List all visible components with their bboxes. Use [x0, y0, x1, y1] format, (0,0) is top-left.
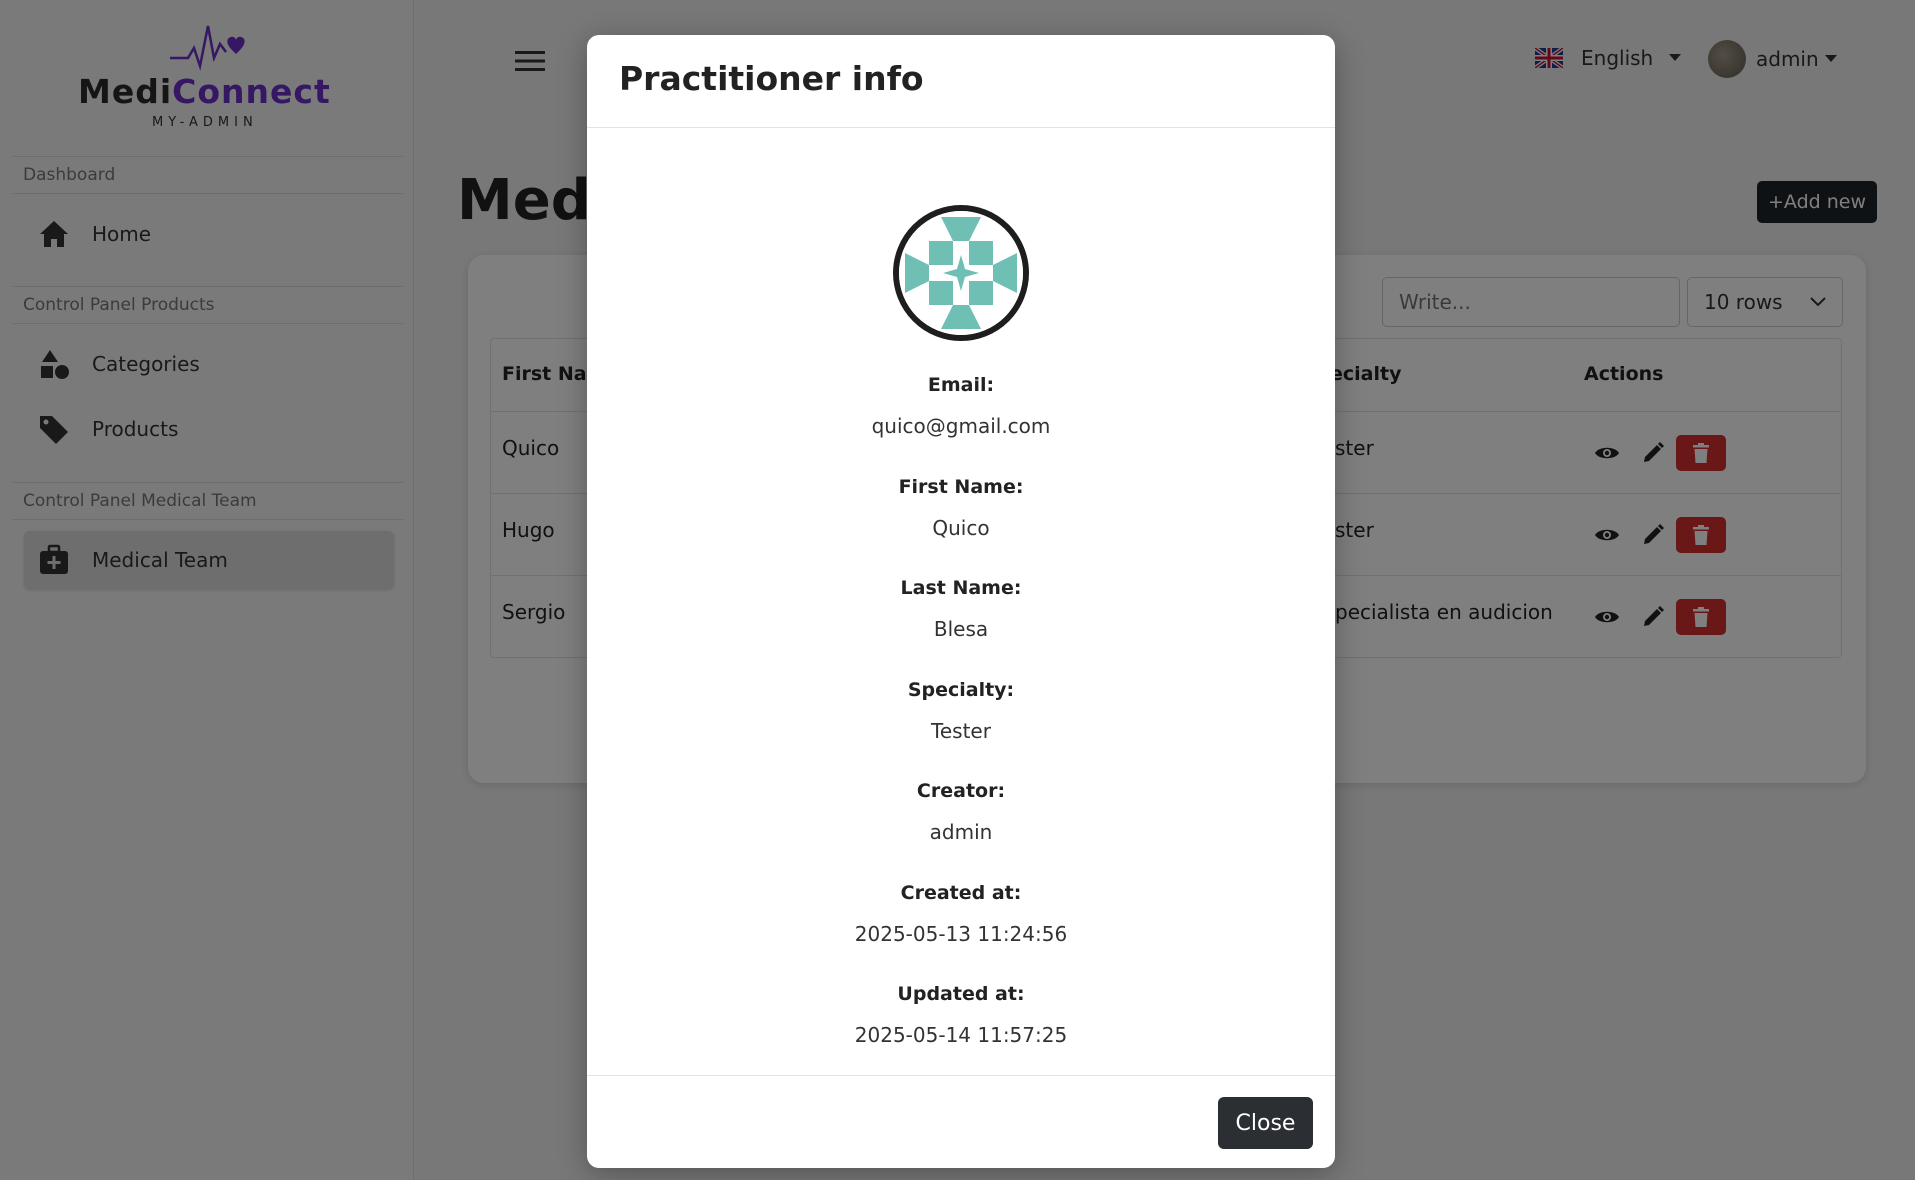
field-value-creator: admin [929, 820, 993, 844]
field-value-updated-at: 2025-05-14 11:57:25 [854, 1023, 1068, 1047]
field-label-last-name: Last Name: [900, 577, 1022, 599]
field-label-updated-at: Updated at: [897, 983, 1025, 1005]
field-value-first-name: Quico [932, 516, 990, 540]
close-button[interactable]: Close [1218, 1097, 1313, 1149]
practitioner-avatar [893, 205, 1029, 341]
field-label-email: Email: [927, 374, 995, 396]
field-value-created-at: 2025-05-13 11:24:56 [854, 922, 1068, 946]
field-value-last-name: Blesa [933, 617, 989, 641]
field-value-specialty: Tester [931, 719, 991, 743]
modal-header: Practitioner info [587, 35, 1335, 128]
modal-title: Practitioner info [619, 59, 924, 98]
field-label-first-name: First Name: [898, 476, 1024, 498]
identicon-icon [899, 211, 1023, 335]
field-value-email: quico@gmail.com [871, 414, 1051, 438]
field-label-creator: Creator: [916, 780, 1006, 802]
field-label-specialty: Specialty: [907, 679, 1015, 701]
practitioner-info-modal: Practitioner info Email: quico@gmail.com… [587, 35, 1335, 1168]
modal-body: Email: quico@gmail.com First Name: Quico… [587, 129, 1335, 1109]
field-label-created-at: Created at: [900, 882, 1022, 904]
